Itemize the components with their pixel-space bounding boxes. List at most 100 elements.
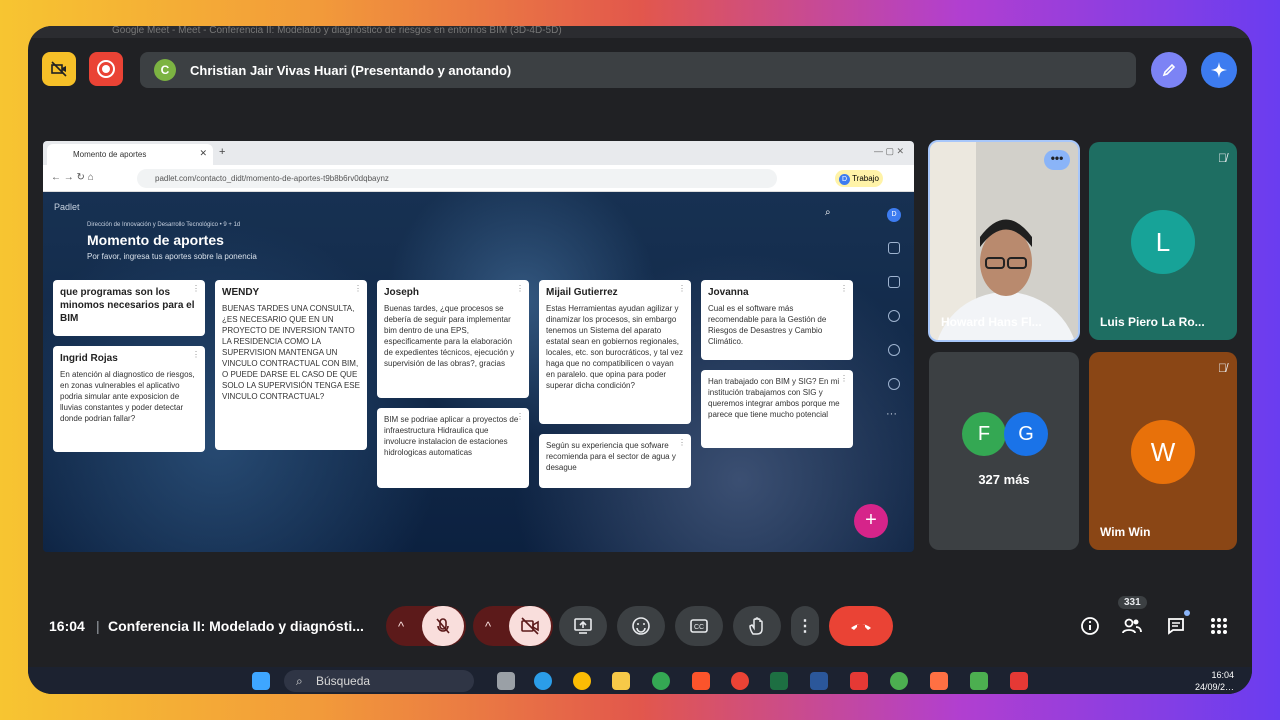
people-button[interactable]: 331 <box>1118 596 1147 638</box>
browser-tabbar: Momento de aportes ✕ + — ▢ ✕ <box>43 141 914 165</box>
post-card[interactable]: BIM se podriae aplicar a proyectos de in… <box>377 408 529 488</box>
post-body: BIM se podriae aplicar a proyectos de in… <box>384 415 519 457</box>
new-tab-icon[interactable]: + <box>219 146 225 158</box>
raise-hand-button[interactable] <box>733 606 781 646</box>
windows-start-icon[interactable] <box>252 672 270 690</box>
user-avatar[interactable]: D <box>887 208 901 222</box>
post-menu-icon[interactable]: ⋮ <box>678 438 686 447</box>
close-tab-icon[interactable]: ✕ <box>199 148 207 159</box>
participant-name: Howard Hans Fl... <box>941 315 1042 329</box>
slideshow-icon[interactable] <box>888 276 900 288</box>
camera-toggle-button[interactable] <box>509 606 551 646</box>
post-menu-icon[interactable]: ⋮ <box>840 374 848 383</box>
apps-grid-icon <box>1211 618 1227 634</box>
chrome-profile-icon[interactable] <box>652 672 670 690</box>
post-menu-icon[interactable]: ⋮ <box>192 350 200 359</box>
post-menu-icon[interactable]: ⋮ <box>678 284 686 293</box>
end-call-icon <box>851 624 871 630</box>
post-menu-icon[interactable]: ⋮ <box>840 284 848 293</box>
task-view-icon[interactable] <box>497 672 515 690</box>
participant-tile-howard[interactable]: ••• Howard Hans Fl... <box>928 140 1080 342</box>
settings-icon[interactable] <box>888 378 900 390</box>
presenter-name: Christian Jair Vivas Huari (Presentando … <box>190 62 512 78</box>
add-post-button[interactable]: + <box>854 504 888 538</box>
emoji-icon <box>632 617 650 635</box>
more-options-icon[interactable]: ••• <box>1044 150 1070 170</box>
nav-arrows-icon[interactable]: ← → ↻ ⌂ <box>51 172 94 183</box>
post-card[interactable]: Han trabajado con BIM y SIG? En mi insti… <box>701 370 853 448</box>
browser-title: Google Meet - Meet - Conferencia II: Mod… <box>28 26 1252 38</box>
participant-tile-others[interactable]: F G 327 más <box>929 352 1079 550</box>
recording-button[interactable] <box>89 52 123 86</box>
bell-icon[interactable] <box>888 310 900 322</box>
participant-tile-wim[interactable]: 🎙̸ W Wim Win <box>1089 352 1237 550</box>
post-card[interactable]: Ingrid Rojas En atención al diagnostico … <box>53 346 205 452</box>
play-icon[interactable] <box>888 344 900 356</box>
post-card[interactable]: Joseph Buenas tardes, ¿que procesos se d… <box>377 280 529 398</box>
post-title: que programas son los minomos necesarios… <box>60 287 195 324</box>
padlet-logo: Padlet <box>54 202 80 212</box>
file-explorer-icon[interactable] <box>612 672 630 690</box>
present-button[interactable] <box>559 606 607 646</box>
leave-call-button[interactable] <box>829 606 893 646</box>
post-card[interactable]: Jovanna Cual es el software más recomend… <box>701 280 853 360</box>
svg-text:CC: CC <box>694 624 704 631</box>
participant-tile-luis[interactable]: 🎙̸ L Luis Piero La Ro... <box>1089 142 1237 340</box>
window-controls-icon[interactable]: — ▢ ✕ <box>874 146 904 157</box>
activities-button[interactable] <box>1207 614 1231 638</box>
meeting-info-button[interactable] <box>1078 614 1102 638</box>
system-clock[interactable]: 16:04 24/09/2… <box>1195 669 1234 693</box>
post-menu-icon[interactable]: ⋮ <box>192 284 200 293</box>
word-icon[interactable] <box>810 672 828 690</box>
search-icon: ⌕ <box>296 674 303 688</box>
chrome-profile-icon[interactable] <box>731 672 749 690</box>
padlet-board: Padlet Dirección de Innovación y Desarro… <box>43 192 914 552</box>
hand-icon <box>749 617 763 635</box>
profile-chip[interactable]: D Trabajo <box>835 170 883 187</box>
address-bar[interactable]: padlet.com/contacto_didt/momento-de-apor… <box>137 169 777 188</box>
chrome-profile-icon[interactable] <box>890 672 908 690</box>
edge-icon[interactable] <box>534 672 552 690</box>
mic-off-icon: 🎙̸ <box>1218 361 1227 375</box>
post-body: BUENAS TARDES UNA CONSULTA, ¿ES NECESARI… <box>222 304 360 401</box>
unread-dot <box>1184 610 1190 616</box>
post-card[interactable]: que programas son los minomos necesarios… <box>53 280 205 336</box>
share-icon[interactable] <box>888 242 900 254</box>
pdf-reader-icon[interactable] <box>850 672 868 690</box>
post-card[interactable]: WENDY BUENAS TARDES UNA CONSULTA, ¿ES NE… <box>215 280 367 450</box>
post-title: WENDY <box>222 287 260 298</box>
post-menu-icon[interactable]: ⋮ <box>516 284 524 293</box>
captions-button[interactable]: CC <box>675 606 723 646</box>
camtasia-icon[interactable] <box>970 672 988 690</box>
app-icon[interactable] <box>930 672 948 690</box>
chat-button[interactable] <box>1164 610 1190 638</box>
browser-tab[interactable]: Momento de aportes ✕ <box>47 144 213 165</box>
chat-icon <box>1168 618 1184 635</box>
more-options-button[interactable]: ⋮ <box>791 606 819 646</box>
board-org: Dirección de Innovación y Desarrollo Tec… <box>87 222 241 228</box>
excel-icon[interactable] <box>770 672 788 690</box>
brave-icon[interactable] <box>692 672 710 690</box>
meet-window: Google Meet - Meet - Conferencia II: Mod… <box>28 26 1252 694</box>
post-menu-icon[interactable]: ⋮ <box>354 284 362 293</box>
more-participants-label: 327 más <box>978 472 1030 487</box>
search-icon[interactable]: ⌕ <box>825 207 831 218</box>
post-card[interactable]: Según su experiencia que sofware recomie… <box>539 434 691 488</box>
mic-toggle-button[interactable] <box>422 606 464 646</box>
hide-video-button[interactable] <box>42 52 76 86</box>
post-menu-icon[interactable]: ⋮ <box>516 412 524 421</box>
reactions-button[interactable] <box>617 606 665 646</box>
more-vert-icon: ⋮ <box>797 618 813 635</box>
taskbar-search[interactable]: ⌕ Búsqueda <box>284 670 474 692</box>
gemini-button[interactable] <box>1201 52 1237 88</box>
camera-options-chevron-icon[interactable]: ^ <box>485 619 491 634</box>
present-screen-icon <box>574 618 592 634</box>
mic-options-chevron-icon[interactable]: ^ <box>398 619 404 634</box>
tab-title: Momento de aportes <box>73 150 147 159</box>
chrome-icon[interactable] <box>573 672 591 690</box>
screen-recorder-icon[interactable] <box>1010 672 1028 690</box>
annotate-button[interactable] <box>1151 52 1187 88</box>
post-card[interactable]: Mijail Gutierrez Estas Herramientas ayud… <box>539 280 691 424</box>
participant-avatar: G <box>1004 412 1048 456</box>
more-icon[interactable]: ··· <box>886 408 897 420</box>
